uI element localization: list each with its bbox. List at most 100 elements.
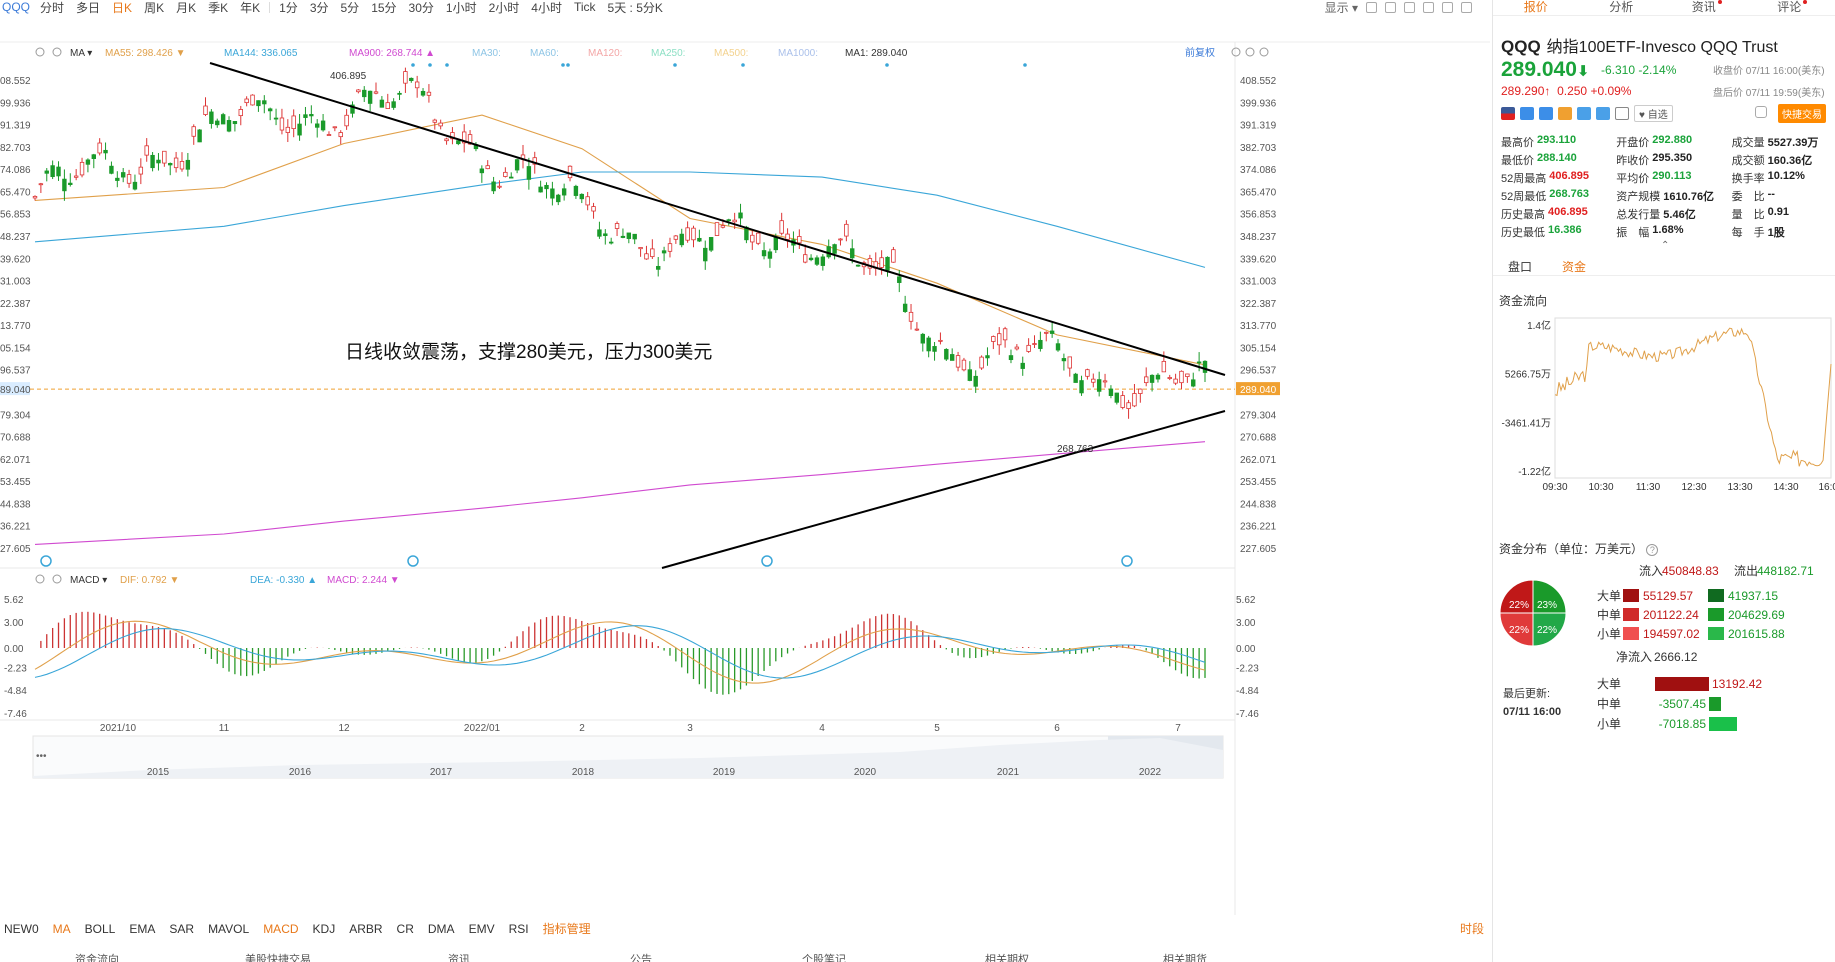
bell-icon[interactable] bbox=[1755, 106, 1767, 118]
timeframe-6[interactable]: 年K bbox=[234, 0, 266, 15]
add-watchlist-button[interactable]: ♥ 自选 bbox=[1634, 105, 1673, 122]
bottom-tab[interactable]: 个股笔记 bbox=[802, 951, 846, 962]
bottom-tab[interactable]: 资讯 bbox=[448, 951, 470, 962]
event-dot[interactable] bbox=[673, 63, 677, 67]
indicator-kdj[interactable]: KDJ bbox=[309, 922, 346, 936]
event-dot[interactable] bbox=[1023, 63, 1027, 67]
timeframe-2[interactable]: 日K bbox=[106, 0, 138, 15]
subtab[interactable]: 盘口 bbox=[1493, 258, 1547, 275]
stat-cell: 总发行量 5.46亿 bbox=[1616, 206, 1731, 224]
square-icon[interactable] bbox=[1385, 1, 1396, 13]
in-value: 55129.57 bbox=[1643, 589, 1693, 603]
zoom-in-icon[interactable] bbox=[1259, 47, 1269, 57]
lightning-icon[interactable] bbox=[1520, 107, 1534, 120]
indicator-new0[interactable]: NEW0 bbox=[0, 922, 49, 936]
event-dot[interactable] bbox=[428, 63, 432, 67]
timeframe-1[interactable]: 多日 bbox=[70, 0, 106, 15]
timeframe-12[interactable]: 1小时 bbox=[440, 0, 483, 15]
bottom-tab[interactable]: 相关期权 bbox=[985, 951, 1029, 962]
more-icon[interactable] bbox=[1461, 1, 1472, 13]
session-button[interactable]: 时段 bbox=[1456, 920, 1490, 937]
event-marker-icon[interactable] bbox=[761, 555, 773, 567]
indicator-ema[interactable]: EMA bbox=[125, 922, 165, 936]
event-dot[interactable] bbox=[411, 63, 415, 67]
display-menu[interactable]: 显示 ▾ bbox=[1325, 0, 1358, 15]
close-icon[interactable] bbox=[52, 47, 62, 57]
zoom-out-icon[interactable] bbox=[1245, 47, 1255, 57]
event-marker-icon[interactable] bbox=[40, 555, 52, 567]
bottom-tab[interactable]: 公告 bbox=[630, 951, 652, 962]
rp-tab-2[interactable]: 资讯 bbox=[1664, 0, 1750, 15]
event-dot[interactable] bbox=[561, 63, 565, 67]
event-dot[interactable] bbox=[445, 63, 449, 67]
event-marker-icon[interactable] bbox=[407, 555, 419, 567]
timeframe-14[interactable]: 4小时 bbox=[525, 0, 568, 15]
indicator-cr[interactable]: CR bbox=[393, 922, 424, 936]
y-tick-right: 227.605 bbox=[1240, 544, 1277, 555]
gear-icon[interactable] bbox=[35, 574, 45, 584]
timeframe-7[interactable]: 1分 bbox=[273, 0, 304, 15]
adjust-toggle[interactable]: 前复权 bbox=[1185, 46, 1215, 59]
gear-icon[interactable] bbox=[1366, 1, 1377, 13]
chart-area[interactable]: MA ▾ MA55: 298.426 ▼ MA144: 336.065 MA900: … bbox=[0, 14, 1490, 962]
timeframe-16[interactable]: 5天 : 5分K bbox=[602, 0, 669, 15]
timeframe-13[interactable]: 2小时 bbox=[483, 0, 526, 15]
toolbar-symbol[interactable]: QQQ bbox=[0, 0, 34, 14]
event-dot[interactable] bbox=[566, 63, 570, 67]
pencil-icon[interactable] bbox=[1423, 1, 1434, 13]
timeframe-10[interactable]: 15分 bbox=[365, 0, 402, 15]
us-flag-icon[interactable] bbox=[1501, 107, 1515, 120]
y-tick-left: 05.154 bbox=[0, 343, 31, 354]
rp-tab-0[interactable]: 报价 bbox=[1493, 0, 1579, 15]
stat-cell: 量 比 0.91 bbox=[1732, 206, 1831, 224]
timeframe-9[interactable]: 5分 bbox=[335, 0, 366, 15]
ma-type-label[interactable]: MA ▾ bbox=[70, 48, 92, 59]
macd-tick-right: 5.62 bbox=[1236, 595, 1256, 606]
indicator-mavol[interactable]: MAVOL bbox=[204, 922, 259, 936]
net-value: -3507.45 bbox=[1659, 697, 1707, 711]
bottom-tab[interactable]: 相关期货 bbox=[1163, 951, 1207, 962]
fast-trade-button[interactable]: 快捷交易 bbox=[1778, 104, 1826, 123]
subtab[interactable]: 资金 bbox=[1547, 258, 1601, 275]
indicator-manager[interactable]: 指标管理 bbox=[539, 920, 601, 937]
timeframe-15[interactable]: Tick bbox=[568, 0, 602, 14]
timeframe-0[interactable]: 分时 bbox=[34, 0, 70, 15]
timeframe-11[interactable]: 30分 bbox=[403, 0, 440, 15]
note-icon[interactable] bbox=[1615, 107, 1629, 120]
dollar-icon[interactable] bbox=[1539, 107, 1553, 120]
indicator-dma[interactable]: DMA bbox=[424, 922, 465, 936]
close-time: 收盘价 07/11 16:00(美东) bbox=[1713, 66, 1825, 77]
chart-icon[interactable] bbox=[1558, 107, 1572, 120]
indicator-boll[interactable]: BOLL bbox=[81, 922, 126, 936]
event-dot[interactable] bbox=[741, 63, 745, 67]
indicator-sar[interactable]: SAR bbox=[165, 922, 204, 936]
close-icon[interactable] bbox=[52, 574, 62, 584]
timeframe-8[interactable]: 3分 bbox=[304, 0, 335, 15]
expand-icon[interactable] bbox=[1442, 1, 1453, 13]
stat-label: 振 幅 bbox=[1616, 227, 1650, 239]
bottom-tab[interactable]: 资金流向 bbox=[75, 951, 119, 962]
indicator-macd[interactable]: MACD bbox=[259, 922, 308, 936]
overview-handle[interactable]: ••• bbox=[36, 751, 47, 762]
event-dot[interactable] bbox=[885, 63, 889, 67]
share-icon[interactable] bbox=[1596, 107, 1610, 120]
timeframe-4[interactable]: 月K bbox=[170, 0, 202, 15]
macd-tick-left: 0.00 bbox=[4, 644, 24, 655]
timeframe-3[interactable]: 周K bbox=[138, 0, 170, 15]
indicator-rsi[interactable]: RSI bbox=[505, 922, 539, 936]
gear-icon[interactable] bbox=[35, 47, 45, 57]
camera-icon[interactable] bbox=[1404, 1, 1415, 13]
bottom-tab[interactable]: 美股快捷交易 bbox=[245, 951, 311, 962]
timeframe-5[interactable]: 季K bbox=[202, 0, 234, 15]
refresh-icon[interactable] bbox=[1231, 47, 1241, 57]
indicator-emv[interactable]: EMV bbox=[465, 922, 505, 936]
macd-value: MACD: 2.244 ▼ bbox=[327, 575, 400, 586]
link-icon[interactable] bbox=[1577, 107, 1591, 120]
collapse-caret-icon[interactable]: ⌃ bbox=[1661, 240, 1669, 251]
macd-label[interactable]: MACD ▾ bbox=[70, 575, 107, 586]
indicator-ma[interactable]: MA bbox=[49, 922, 81, 936]
indicator-arbr[interactable]: ARBR bbox=[345, 922, 392, 936]
rp-tab-1[interactable]: 分析 bbox=[1579, 0, 1665, 15]
event-marker-icon[interactable] bbox=[1121, 555, 1133, 567]
rp-tab-3[interactable]: 评论 bbox=[1750, 0, 1835, 15]
